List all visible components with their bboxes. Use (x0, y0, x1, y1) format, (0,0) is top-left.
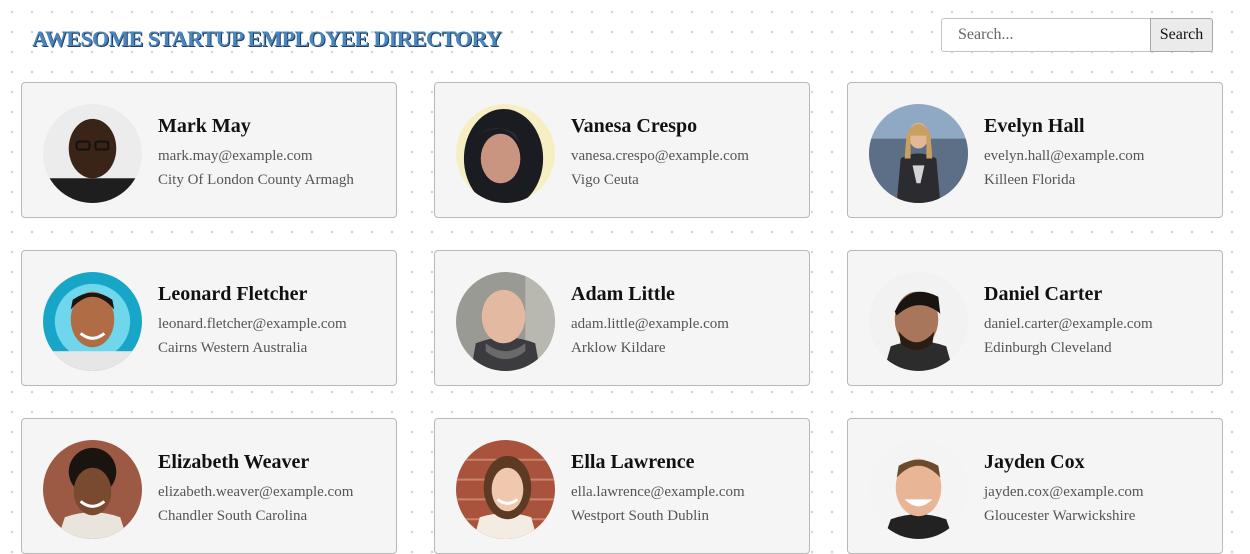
employee-info: Ella Lawrence ella.lawrence@example.com … (571, 449, 745, 525)
employee-card[interactable]: Ella Lawrence ella.lawrence@example.com … (434, 418, 810, 554)
employee-avatar (456, 440, 555, 539)
employee-info: Evelyn Hall evelyn.hall@example.com Kill… (984, 113, 1144, 189)
employee-avatar (869, 104, 968, 203)
employee-avatar (43, 440, 142, 539)
employee-name: Elizabeth Weaver (158, 451, 310, 473)
employee-info: Leonard Fletcher leonard.fletcher@exampl… (158, 281, 347, 357)
page-title: AWESOME STARTUP EMPLOYEE DIRECTORY (32, 26, 502, 51)
employee-email: ella.lawrence@example.com (571, 484, 745, 500)
employee-card[interactable]: Vanesa Crespo vanesa.crespo@example.com … (434, 82, 810, 218)
employee-email: jayden.cox@example.com (984, 484, 1144, 500)
employee-avatar (43, 272, 142, 371)
employee-email: mark.may@example.com (158, 148, 313, 164)
employee-info: Elizabeth Weaver elizabeth.weaver@exampl… (158, 449, 353, 525)
employee-card[interactable]: Jayden Cox jayden.cox@example.com Glouce… (847, 418, 1223, 554)
employee-name: Evelyn Hall (984, 115, 1085, 137)
search-button[interactable]: Search (1150, 18, 1213, 52)
employee-email: vanesa.crespo@example.com (571, 148, 749, 164)
employee-card[interactable]: Mark May mark.may@example.com City Of Lo… (21, 82, 397, 218)
employee-card[interactable]: Leonard Fletcher leonard.fletcher@exampl… (21, 250, 397, 386)
employee-location: Arklow Kildare (571, 340, 666, 356)
employee-location: Cairns Western Australia (158, 340, 308, 356)
employee-avatar (43, 104, 142, 203)
employee-email: evelyn.hall@example.com (984, 148, 1145, 164)
employee-name: Adam Little (571, 283, 675, 305)
employee-info: Vanesa Crespo vanesa.crespo@example.com … (571, 113, 749, 189)
employee-email: adam.little@example.com (571, 316, 729, 332)
employee-card[interactable]: Daniel Carter daniel.carter@example.com … (847, 250, 1223, 386)
employee-email: elizabeth.weaver@example.com (158, 484, 354, 500)
employee-info: Mark May mark.may@example.com City Of Lo… (158, 113, 354, 189)
employee-name: Vanesa Crespo (571, 115, 698, 137)
employee-name: Daniel Carter (984, 283, 1103, 305)
employee-location: Westport South Dublin (571, 508, 709, 524)
search-input[interactable] (941, 18, 1150, 52)
employee-name: Leonard Fletcher (158, 283, 308, 305)
employee-card[interactable]: Evelyn Hall evelyn.hall@example.com Kill… (847, 82, 1223, 218)
employee-avatar (456, 104, 555, 203)
employee-name: Mark May (158, 115, 251, 137)
employee-email: leonard.fletcher@example.com (158, 316, 347, 332)
employee-card[interactable]: Adam Little adam.little@example.com Arkl… (434, 250, 810, 386)
employee-avatar (456, 272, 555, 371)
employee-info: Jayden Cox jayden.cox@example.com Glouce… (984, 449, 1144, 525)
employee-location: Killeen Florida (984, 172, 1076, 188)
employee-avatar (869, 272, 968, 371)
employee-email: daniel.carter@example.com (984, 316, 1153, 332)
employee-card[interactable]: Elizabeth Weaver elizabeth.weaver@exampl… (21, 418, 397, 554)
employee-name: Ella Lawrence (571, 451, 695, 473)
employee-name: Jayden Cox (984, 451, 1085, 473)
employee-location: Gloucester Warwickshire (984, 508, 1136, 524)
employee-location: Edinburgh Cleveland (984, 340, 1112, 356)
employee-avatar (869, 440, 968, 539)
employee-info: Daniel Carter daniel.carter@example.com … (984, 281, 1153, 357)
employee-location: Chandler South Carolina (158, 508, 308, 524)
search-form: Search (941, 18, 1213, 52)
employee-location: Vigo Ceuta (571, 172, 639, 188)
employee-location: City Of London County Armagh (158, 172, 354, 188)
employee-info: Adam Little adam.little@example.com Arkl… (571, 281, 729, 357)
